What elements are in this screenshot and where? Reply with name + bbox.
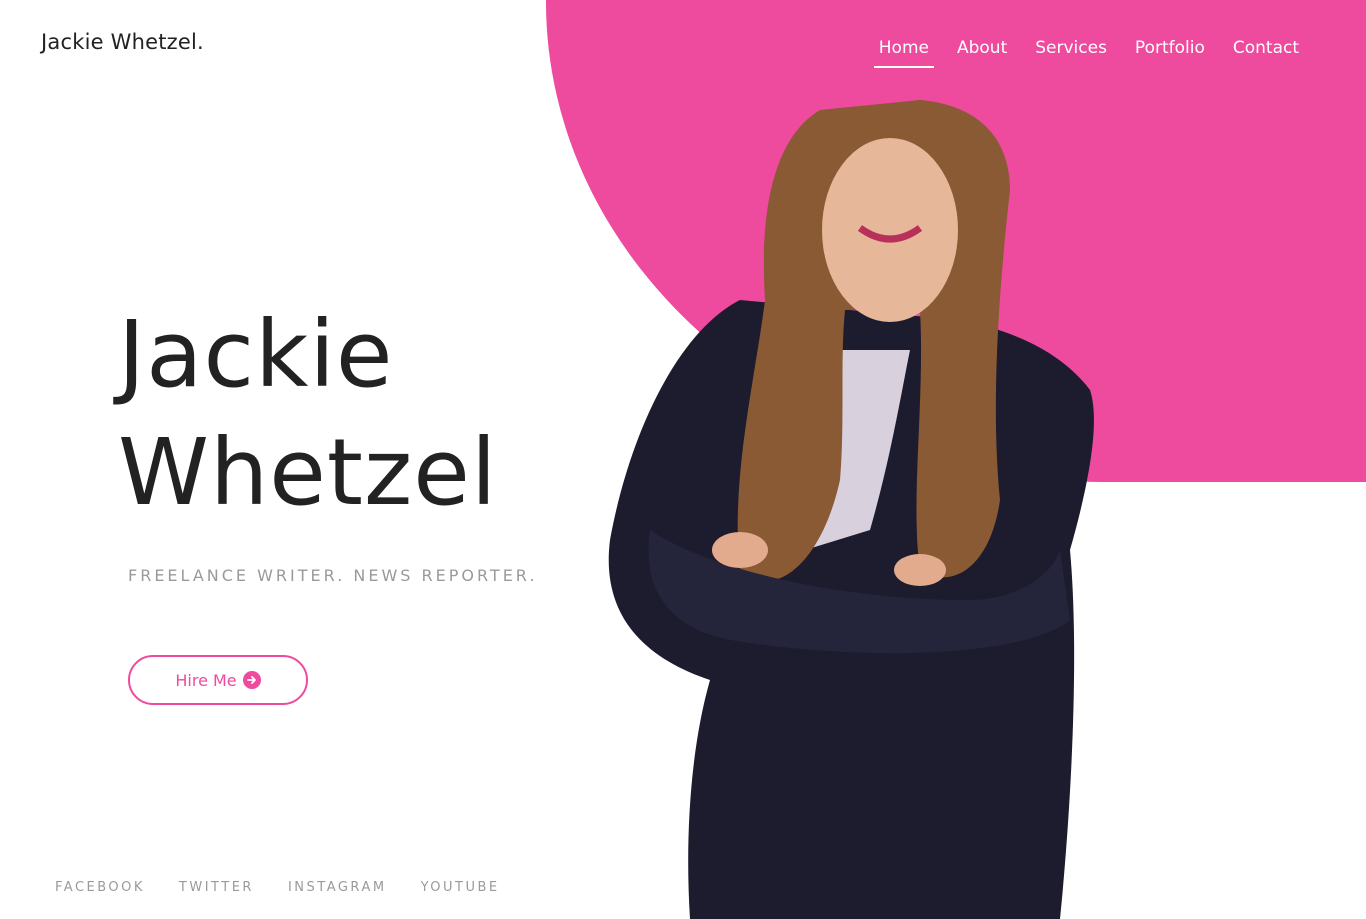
- social-twitter[interactable]: TWITTER: [179, 880, 254, 895]
- hero-last-name: Whetzel: [118, 419, 498, 526]
- nav-services[interactable]: Services: [1021, 36, 1121, 68]
- hero-tagline: FREELANCE WRITER. NEWS REPORTER.: [128, 566, 538, 585]
- social-instagram[interactable]: INSTAGRAM: [288, 880, 387, 895]
- social-youtube[interactable]: YOUTUBE: [421, 880, 500, 895]
- site-logo[interactable]: Jackie Whetzel.: [41, 30, 204, 54]
- portrait-photo: [608, 100, 1094, 919]
- nav-contact[interactable]: Contact: [1219, 36, 1313, 68]
- nav-portfolio[interactable]: Portfolio: [1121, 36, 1219, 68]
- social-links: FACEBOOK TWITTER INSTAGRAM YOUTUBE: [55, 880, 500, 895]
- hero-first-name: Jackie: [118, 301, 394, 408]
- hero-heading: Jackie Whetzel: [118, 296, 497, 532]
- social-facebook[interactable]: FACEBOOK: [55, 880, 145, 895]
- arrow-right-circle-icon: [242, 671, 261, 689]
- nav-home[interactable]: Home: [865, 36, 943, 68]
- nav-about[interactable]: About: [943, 36, 1021, 68]
- hire-me-button[interactable]: Hire Me: [128, 655, 308, 705]
- hire-me-label: Hire Me: [175, 670, 237, 690]
- main-nav: Home About Services Portfolio Contact: [865, 36, 1313, 68]
